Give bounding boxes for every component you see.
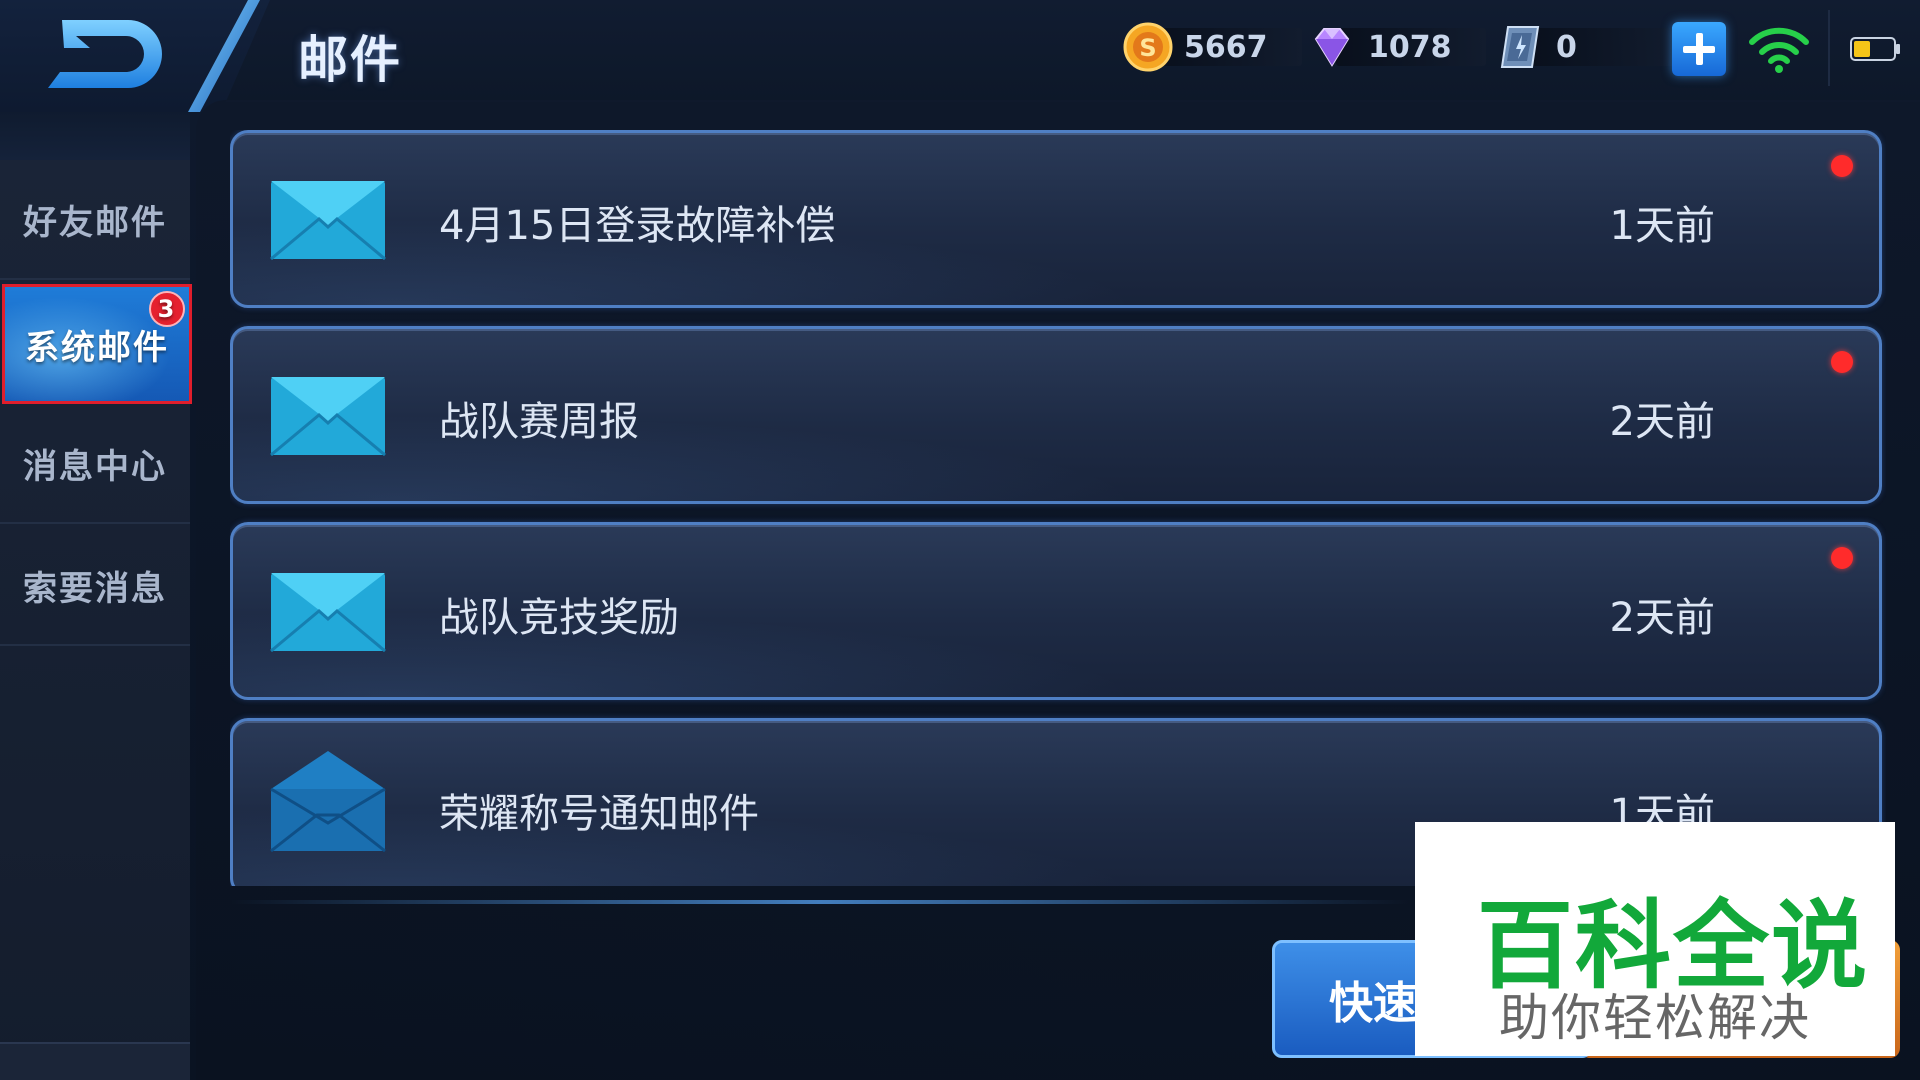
battery-icon bbox=[1850, 37, 1900, 61]
title-divider-slash bbox=[188, 0, 260, 112]
topbar-separator bbox=[1828, 10, 1830, 86]
sidebar: 好友邮件 系统邮件 3 消息中心 索要消息 bbox=[0, 160, 192, 1080]
closed-envelope-icon bbox=[270, 573, 386, 653]
voucher-currency: 0 bbox=[1494, 24, 1674, 70]
mail-screen: 邮件 S 5667 1078 0 好友邮件 系统邮件 3 消息中心 索要消息 4… bbox=[0, 0, 1920, 1080]
mail-list[interactable]: 4月15日登录故障补偿 1天前 战队赛周报 2天前 战队竞技奖励 2天前 荣耀称… bbox=[230, 130, 1886, 886]
watermark-subtitle: 助你轻松解决 bbox=[1499, 989, 1811, 1047]
open-envelope-icon bbox=[270, 751, 386, 853]
diamond-amount: 1078 bbox=[1368, 29, 1452, 65]
mail-item[interactable]: 战队竞技奖励 2天前 bbox=[230, 522, 1882, 700]
mail-time: 2天前 bbox=[1609, 595, 1715, 641]
unread-count-badge: 3 bbox=[149, 291, 185, 327]
page-title: 邮件 bbox=[298, 31, 402, 89]
mail-item[interactable]: 4月15日登录故障补偿 1天前 bbox=[230, 130, 1882, 308]
voucher-amount: 0 bbox=[1556, 29, 1577, 65]
mail-item[interactable]: 战队赛周报 2天前 bbox=[230, 326, 1882, 504]
mail-subject: 战队竞技奖励 bbox=[439, 595, 679, 641]
voucher-icon bbox=[1500, 26, 1540, 68]
sidebar-footer bbox=[0, 1042, 190, 1080]
diamond-currency: 1078 bbox=[1306, 24, 1486, 70]
sidebar-item-friend-mail[interactable]: 好友邮件 bbox=[0, 160, 190, 280]
watermark: 百科全说 助你轻松解决 bbox=[1415, 822, 1895, 1056]
closed-envelope-icon bbox=[270, 181, 386, 261]
wifi-icon bbox=[1749, 27, 1809, 73]
svg-text:S: S bbox=[1139, 34, 1156, 62]
sidebar-item-label: 好友邮件 bbox=[23, 202, 167, 243]
unread-dot bbox=[1831, 351, 1853, 373]
sidebar-item-message-center[interactable]: 消息中心 bbox=[0, 404, 190, 524]
diamond-icon bbox=[1314, 28, 1350, 67]
gold-amount: 5667 bbox=[1184, 29, 1268, 65]
back-arrow-icon[interactable] bbox=[40, 14, 170, 94]
sidebar-item-label: 索要消息 bbox=[23, 568, 167, 609]
mail-time: 1天前 bbox=[1609, 203, 1715, 249]
mail-subject: 荣耀称号通知邮件 bbox=[439, 791, 759, 837]
add-currency-button[interactable] bbox=[1672, 22, 1726, 76]
mail-subject: 4月15日登录故障补偿 bbox=[439, 203, 836, 249]
gold-coin-icon: S bbox=[1123, 22, 1173, 72]
sidebar-item-label: 系统邮件 bbox=[25, 327, 169, 368]
mail-time: 2天前 bbox=[1609, 399, 1715, 445]
quick-collect-label: 快速 bbox=[1329, 978, 1417, 1029]
closed-envelope-icon bbox=[270, 377, 386, 457]
sidebar-item-request-messages[interactable]: 索要消息 bbox=[0, 526, 190, 646]
list-divider-glow bbox=[230, 900, 1410, 904]
unread-dot bbox=[1831, 155, 1853, 177]
sidebar-header-deco bbox=[0, 112, 190, 160]
mail-subject: 战队赛周报 bbox=[439, 399, 639, 445]
sidebar-item-label: 消息中心 bbox=[23, 446, 167, 487]
gold-currency: S 5667 bbox=[1122, 22, 1302, 72]
sidebar-item-system-mail[interactable]: 系统邮件 3 bbox=[2, 284, 192, 404]
unread-dot bbox=[1831, 547, 1853, 569]
